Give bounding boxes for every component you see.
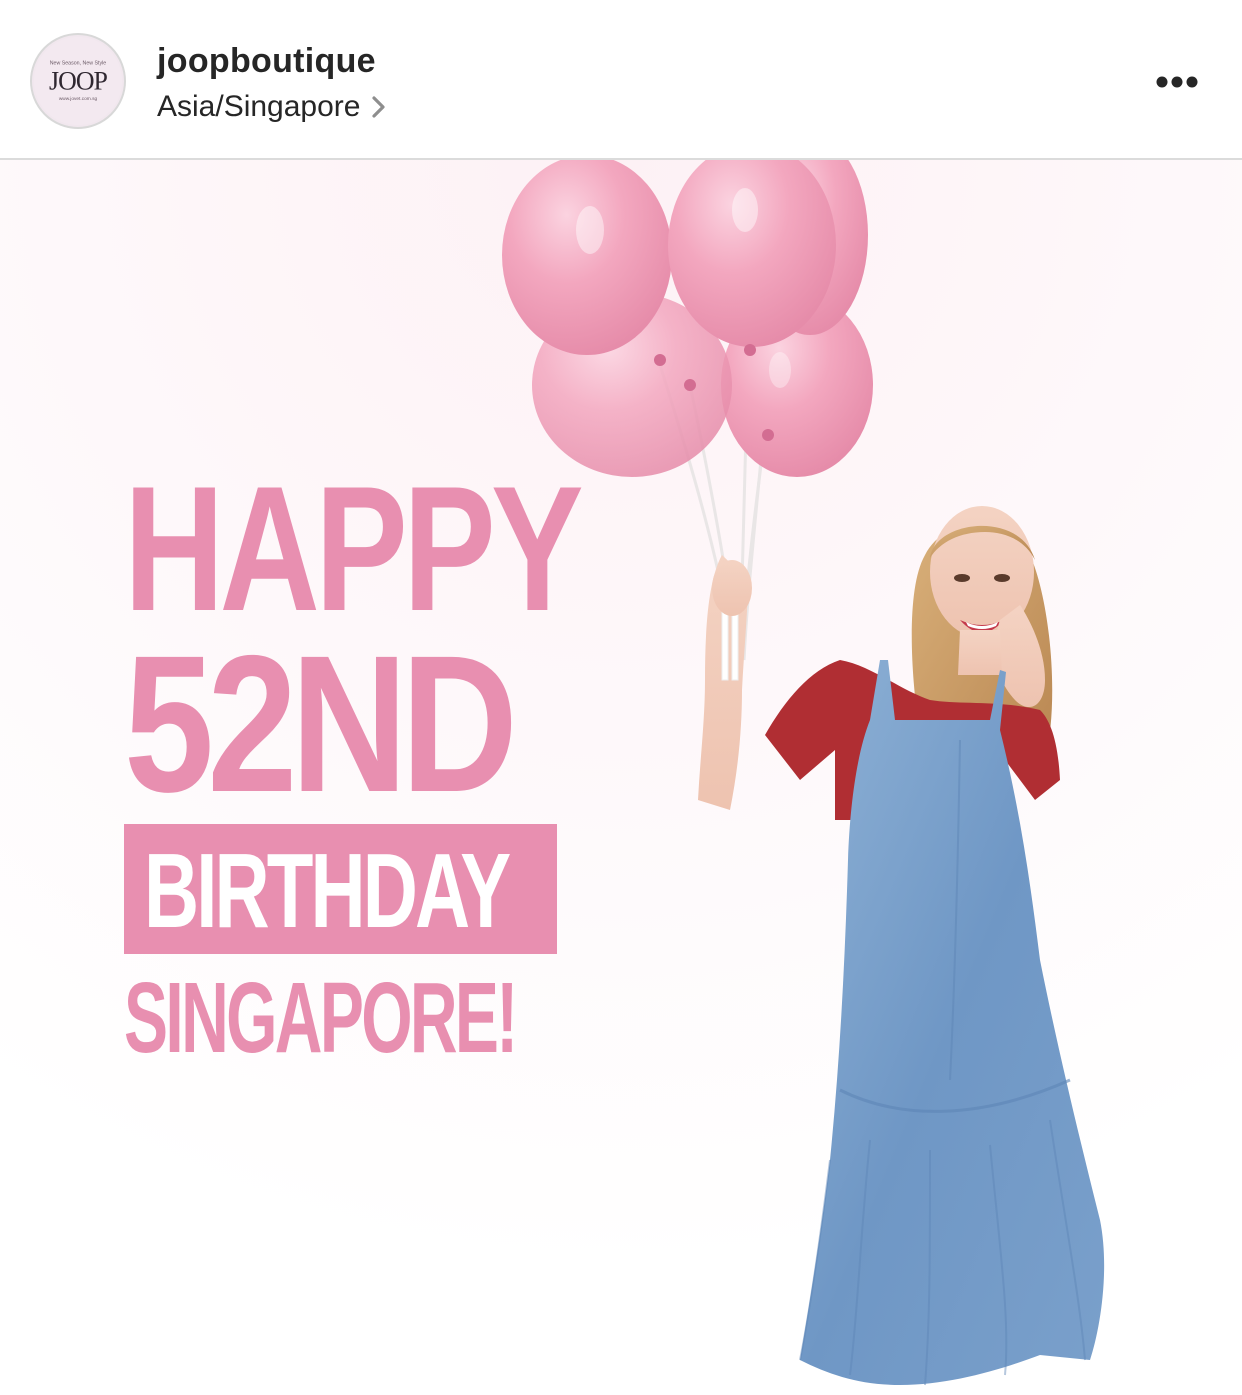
headline-singapore: SINGAPORE! <box>124 962 518 1074</box>
headline-happy: HAPPY <box>124 449 584 648</box>
joop-logo: New Season, New Style JOOP www.jovet.com… <box>33 36 123 126</box>
username-link[interactable]: joopboutique <box>157 42 376 81</box>
more-horizontal-icon <box>1156 76 1198 88</box>
headline-birthday-box: BIRTHDAY <box>124 824 557 954</box>
chevron-right-icon <box>370 93 388 121</box>
svg-text:www.jovet.com.sg: www.jovet.com.sg <box>59 96 98 102</box>
location-label: Asia/Singapore <box>157 90 361 123</box>
balloons <box>502 160 873 477</box>
profile-avatar[interactable]: New Season, New Style JOOP www.jovet.com… <box>30 33 126 129</box>
headline-birthday: BIRTHDAY <box>144 832 511 950</box>
headline-52nd: 52ND <box>124 615 518 833</box>
post-header: New Season, New Style JOOP www.jovet.com… <box>0 0 1242 160</box>
more-options-button[interactable] <box>1150 62 1206 102</box>
post-image[interactable]: HAPPY 52ND BIRTHDAY SINGAPORE! <box>0 160 1242 1395</box>
location-link[interactable]: Asia/Singapore <box>157 88 388 126</box>
svg-text:JOOP: JOOP <box>49 67 108 96</box>
